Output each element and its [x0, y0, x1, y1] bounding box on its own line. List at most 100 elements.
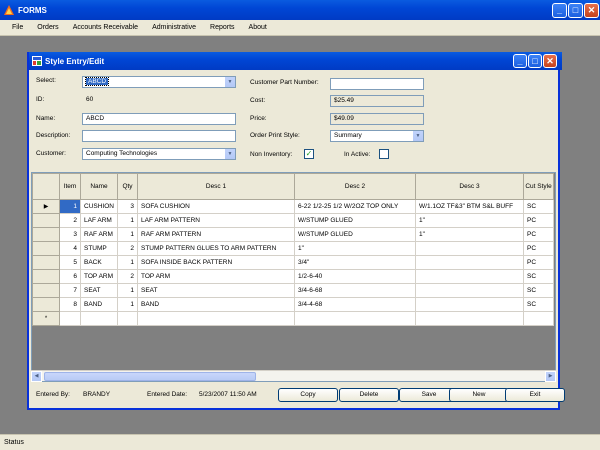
cell-desc1[interactable]: SEAT — [137, 283, 295, 298]
cell-desc1[interactable]: LAF ARM PATTERN — [137, 213, 295, 228]
description-field[interactable] — [82, 130, 236, 142]
table-row[interactable]: 3 RAF ARM 1 RAF ARM PATTERN W/STUMP GLUED 1" P… — [32, 227, 554, 242]
exit-button[interactable]: Exit — [505, 388, 565, 402]
column-header-cut-style[interactable]: Cut Style — [523, 173, 554, 200]
column-header-desc3[interactable]: Desc 3 — [415, 173, 524, 200]
customer-part-field[interactable] — [330, 78, 424, 90]
cell-desc2[interactable]: 6-22 1/2-25 1/2 W/2OZ TOP ONLY — [294, 199, 416, 214]
table-row[interactable]: 5 BACK 1 SOFA INSIDE BACK PATTERN 3/4" PC — [32, 255, 554, 270]
cell-item[interactable]: 3 — [59, 227, 81, 242]
row-header[interactable] — [32, 213, 60, 228]
close-button[interactable]: ✕ — [584, 3, 599, 18]
new-button[interactable]: New — [449, 388, 509, 402]
new-row-cell[interactable] — [59, 311, 81, 326]
cell-desc1[interactable]: BAND — [137, 297, 295, 312]
menu-orders[interactable]: Orders — [30, 24, 65, 31]
non-inventory-checkbox[interactable]: ✓ — [304, 149, 314, 159]
new-row-cell[interactable] — [523, 311, 554, 326]
cell-qty[interactable]: 3 — [117, 199, 138, 214]
chevron-down-icon[interactable]: ▼ — [224, 149, 235, 159]
cell-item[interactable]: 1 — [59, 199, 81, 214]
cell-cut-style[interactable]: PC — [523, 213, 554, 228]
cell-qty[interactable]: 1 — [117, 213, 138, 228]
cell-name[interactable]: CUSHION — [80, 199, 118, 214]
cell-desc3[interactable] — [415, 269, 524, 284]
cell-name[interactable]: STUMP — [80, 241, 118, 256]
cell-desc1[interactable]: TOP ARM — [137, 269, 295, 284]
new-row-cell[interactable] — [117, 311, 138, 326]
cell-desc3[interactable]: 1" — [415, 213, 524, 228]
row-header[interactable] — [32, 255, 60, 270]
table-row[interactable]: 4 STUMP 2 STUMP PATTERN GLUES TO ARM PATTER… — [32, 241, 554, 256]
row-header[interactable]: ▶ — [32, 199, 60, 214]
cell-name[interactable]: TOP ARM — [80, 269, 118, 284]
cell-desc2[interactable]: W/STUMP GLUED — [294, 213, 416, 228]
table-row[interactable]: ▶ 1 CUSHION 3 SOFA CUSHION 6-22 1/2-25 1/2 W/… — [32, 199, 554, 214]
row-header[interactable] — [32, 283, 60, 298]
cell-name[interactable]: SEAT — [80, 283, 118, 298]
row-header[interactable] — [32, 269, 60, 284]
inactive-checkbox[interactable] — [379, 149, 389, 159]
column-header-qty[interactable]: Qty — [117, 173, 138, 200]
menu-reports[interactable]: Reports — [203, 24, 242, 31]
cell-desc3[interactable]: W/1.1OZ TF&3" BTM S&L BUFF — [415, 199, 524, 214]
cell-qty[interactable]: 2 — [117, 269, 138, 284]
table-row[interactable]: 6 TOP ARM 2 TOP ARM 1/2-6-40 SC — [32, 269, 554, 284]
child-maximize-button[interactable]: □ — [528, 54, 542, 68]
menu-accounts-receivable[interactable]: Accounts Receivable — [66, 24, 145, 31]
customer-dropdown[interactable]: Computing Technologies ▼ — [82, 148, 236, 160]
cell-desc1[interactable]: SOFA CUSHION — [137, 199, 295, 214]
cell-item[interactable]: 2 — [59, 213, 81, 228]
cell-name[interactable]: RAF ARM — [80, 227, 118, 242]
cell-cut-style[interactable]: SC — [523, 269, 554, 284]
cell-item[interactable]: 7 — [59, 283, 81, 298]
table-row[interactable]: 7 SEAT 1 SEAT 3/4-6-68 SC — [32, 283, 554, 298]
cell-name[interactable]: LAF ARM — [80, 213, 118, 228]
cell-desc3[interactable] — [415, 241, 524, 256]
new-row-cell[interactable] — [137, 311, 295, 326]
column-header-item[interactable]: Item — [59, 173, 81, 200]
row-header[interactable] — [32, 227, 60, 242]
new-row-cell[interactable] — [80, 311, 118, 326]
style-entry-titlebar[interactable]: Style Entry/Edit _ □ ✕ — [29, 52, 562, 70]
scroll-thumb[interactable] — [44, 372, 256, 381]
new-row-header[interactable]: * — [32, 311, 60, 326]
cell-cut-style[interactable]: PC — [523, 255, 554, 270]
cell-item[interactable]: 5 — [59, 255, 81, 270]
cell-name[interactable]: BACK — [80, 255, 118, 270]
cell-cut-style[interactable]: PC — [523, 227, 554, 242]
copy-button[interactable]: Copy — [278, 388, 338, 402]
cell-qty[interactable]: 2 — [117, 241, 138, 256]
column-header-desc2[interactable]: Desc 2 — [294, 173, 416, 200]
cell-item[interactable]: 8 — [59, 297, 81, 312]
name-field[interactable]: ABCD — [82, 113, 236, 125]
table-row[interactable]: 2 LAF ARM 1 LAF ARM PATTERN W/STUMP GLUED 1" P… — [32, 213, 554, 228]
cell-cut-style[interactable]: SC — [523, 297, 554, 312]
new-row[interactable]: * — [32, 311, 554, 326]
cell-desc2[interactable]: 1/2-6-40 — [294, 269, 416, 284]
app-titlebar[interactable]: FORMS _ □ ✕ — [0, 0, 600, 20]
cell-qty[interactable]: 1 — [117, 255, 138, 270]
scroll-right-icon[interactable]: ▶ — [545, 371, 556, 382]
cell-item[interactable]: 6 — [59, 269, 81, 284]
row-header[interactable] — [32, 297, 60, 312]
cell-desc2[interactable]: W/STUMP GLUED — [294, 227, 416, 242]
chevron-down-icon[interactable]: ▼ — [412, 131, 423, 141]
cell-desc3[interactable] — [415, 283, 524, 298]
menu-about[interactable]: About — [242, 24, 274, 31]
cell-name[interactable]: BAND — [80, 297, 118, 312]
cell-item[interactable]: 4 — [59, 241, 81, 256]
cell-desc2[interactable]: 3/4-6-68 — [294, 283, 416, 298]
new-row-cell[interactable] — [415, 311, 524, 326]
maximize-button[interactable]: □ — [568, 3, 583, 18]
delete-button[interactable]: Delete — [339, 388, 399, 402]
column-header-name[interactable]: Name — [80, 173, 118, 200]
cell-desc1[interactable]: RAF ARM PATTERN — [137, 227, 295, 242]
cell-desc3[interactable] — [415, 297, 524, 312]
cell-desc2[interactable]: 3/4" — [294, 255, 416, 270]
cell-desc2[interactable]: 3/4-4-68 — [294, 297, 416, 312]
child-close-button[interactable]: ✕ — [543, 54, 557, 68]
cell-qty[interactable]: 1 — [117, 227, 138, 242]
table-row[interactable]: 8 BAND 1 BAND 3/4-4-68 SC — [32, 297, 554, 312]
menu-administrative[interactable]: Administrative — [145, 24, 203, 31]
